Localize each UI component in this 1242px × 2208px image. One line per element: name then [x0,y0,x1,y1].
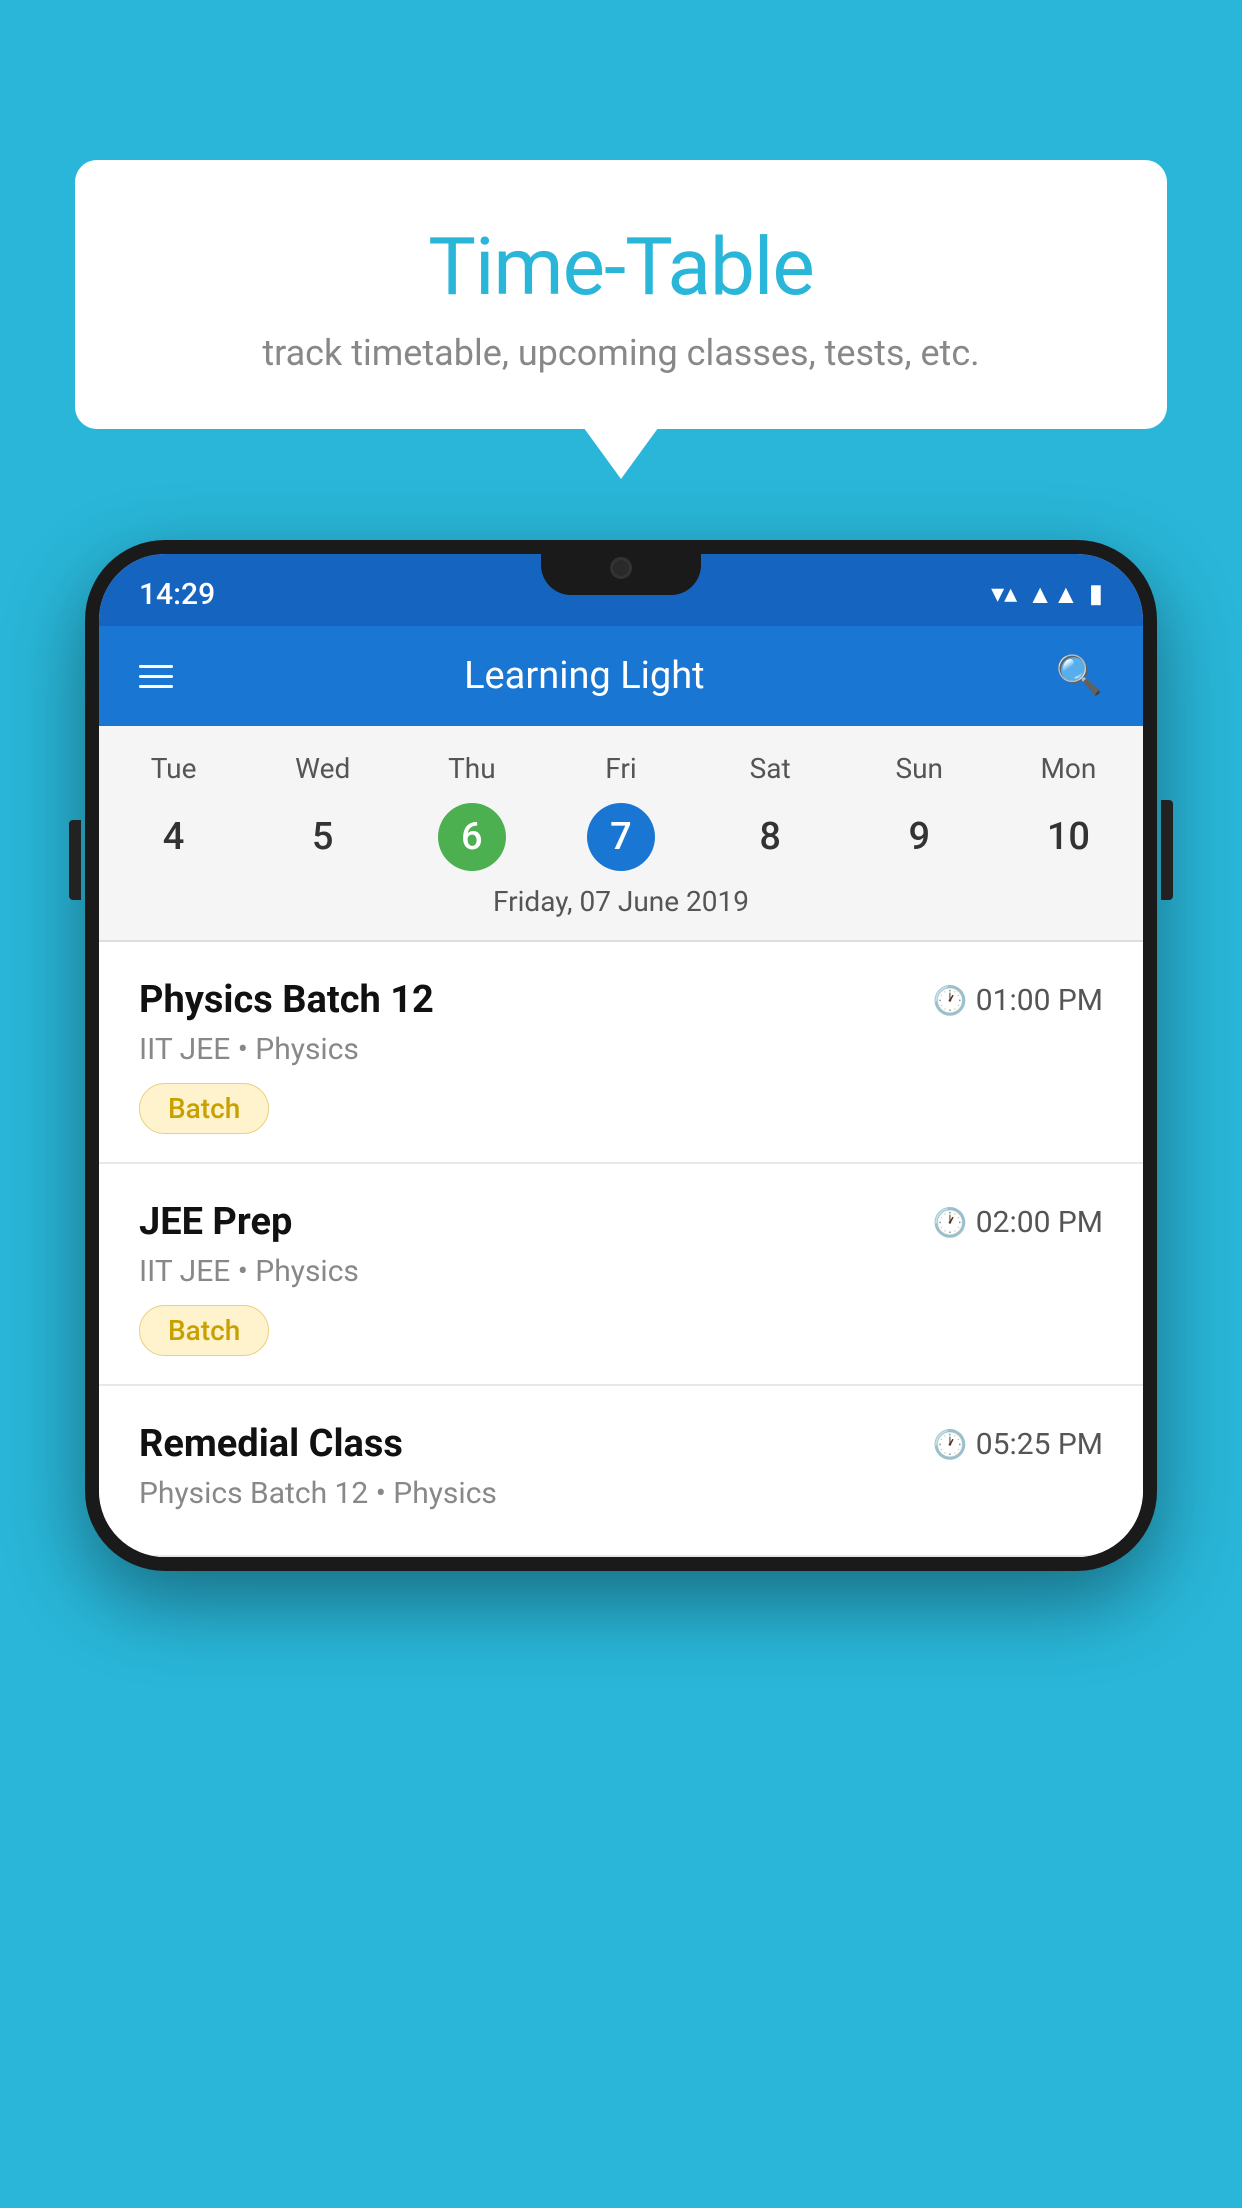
clock-icon: 🕐 [933,1206,968,1239]
day-header: Fri [546,744,695,793]
schedule-meta: Physics Batch 12 • Physics [139,1476,1103,1511]
notch-camera [610,557,632,579]
day-numbers: 456 78910 [99,803,1143,871]
phone-notch [541,540,701,595]
search-icon[interactable]: 🔍 [1056,654,1103,698]
batch-badge: Batch [139,1083,269,1134]
schedule-meta: IIT JEE • Physics [139,1254,1103,1289]
schedule-item[interactable]: Remedial Class 🕐 05:25 PM Physics Batch … [99,1386,1143,1557]
day-number[interactable]: 10 [994,803,1143,871]
day-headers: TueWedThuFriSatSunMon [99,744,1143,793]
day-header: Thu [397,744,546,793]
schedule-time: 🕐 02:00 PM [933,1205,1103,1240]
bubble-subtitle: track timetable, upcoming classes, tests… [135,332,1107,374]
phone-wrapper: 14:29 ▾▴ ▲▲ ▮ Learning Light 🔍 TueWedThu… [85,540,1157,2208]
schedule-item[interactable]: Physics Batch 12 🕐 01:00 PM IIT JEE • Ph… [99,942,1143,1164]
day-header: Mon [994,744,1143,793]
schedule-meta: IIT JEE • Physics [139,1032,1103,1067]
day-header: Sun [845,744,994,793]
schedule-title: JEE Prep [139,1200,292,1244]
selected-date-label: Friday, 07 June 2019 [99,885,1143,932]
schedule-time: 🕐 05:25 PM [933,1427,1103,1462]
schedule-item-header: JEE Prep 🕐 02:00 PM [139,1200,1103,1244]
clock-icon: 🕐 [933,984,968,1017]
phone-device: 14:29 ▾▴ ▲▲ ▮ Learning Light 🔍 TueWedThu… [85,540,1157,1571]
app-title: Learning Light [143,654,1026,698]
battery-icon: ▮ [1089,579,1103,609]
day-number[interactable]: 9 [845,803,994,871]
schedule-title: Remedial Class [139,1422,403,1466]
clock-icon: 🕐 [933,1428,968,1461]
schedule-list: Physics Batch 12 🕐 01:00 PM IIT JEE • Ph… [99,942,1143,1557]
day-header: Wed [248,744,397,793]
day-header: Tue [99,744,248,793]
day-number[interactable]: 5 [248,803,397,871]
signal-icon: ▲▲ [1027,579,1078,610]
day-number[interactable]: 8 [696,803,845,871]
schedule-time: 🕐 01:00 PM [933,983,1103,1018]
schedule-item-header: Remedial Class 🕐 05:25 PM [139,1422,1103,1466]
speech-bubble-wrapper: Time-Table track timetable, upcoming cla… [75,160,1167,429]
phone-screen: 14:29 ▾▴ ▲▲ ▮ Learning Light 🔍 TueWedThu… [99,554,1143,1557]
day-number[interactable]: 7 [587,803,655,871]
speech-bubble: Time-Table track timetable, upcoming cla… [75,160,1167,429]
day-number[interactable]: 4 [99,803,248,871]
app-bar: Learning Light 🔍 [99,626,1143,726]
calendar-section: TueWedThuFriSatSunMon 456 78910 Friday, 0… [99,726,1143,940]
status-icons: ▾▴ ▲▲ ▮ [991,579,1103,610]
wifi-icon: ▾▴ [991,579,1017,609]
status-time: 14:29 [139,577,215,612]
schedule-item[interactable]: JEE Prep 🕐 02:00 PM IIT JEE • Physics Ba… [99,1164,1143,1386]
day-number[interactable]: 6 [438,803,506,871]
schedule-title: Physics Batch 12 [139,978,434,1022]
bubble-title: Time-Table [135,220,1107,314]
batch-badge: Batch [139,1305,269,1356]
schedule-item-header: Physics Batch 12 🕐 01:00 PM [139,978,1103,1022]
day-header: Sat [696,744,845,793]
